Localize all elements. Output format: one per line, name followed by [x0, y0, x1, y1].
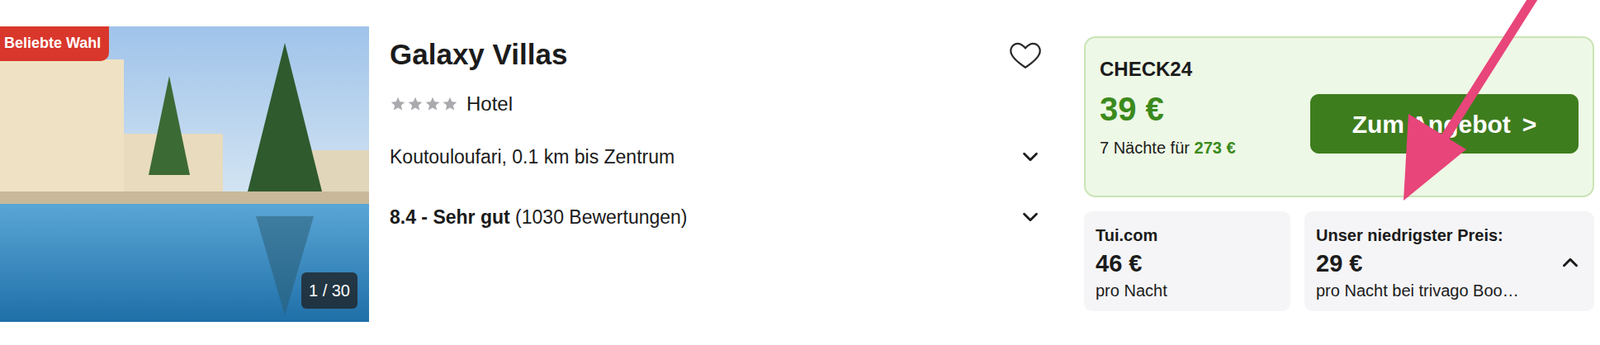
offer-provider: CHECK24 [1099, 54, 1579, 85]
location-text: Koutouloufari, 0.1 km bis Zentrum [389, 142, 675, 172]
chevron-right-icon: > [1522, 105, 1538, 143]
main-offer[interactable]: CHECK24 39 € 7 Nächte für 273 € Zum Ange… [1084, 36, 1595, 198]
rating-score: 8.4 - Sehr gut [389, 206, 511, 228]
location-row[interactable]: Koutouloufari, 0.1 km bis Zentrum [389, 140, 1043, 174]
star-icon [424, 95, 441, 113]
chevron-down-icon[interactable] [1017, 144, 1043, 170]
offer-price: 46 € [1095, 249, 1279, 279]
offer-price: 39 € [1099, 90, 1236, 128]
lowest-price[interactable]: Unser niedrigster Preis: 29 € pro Nacht … [1304, 211, 1595, 312]
photo-counter: 1 / 30 [301, 272, 358, 309]
lowest-price-label: Unser niedrigster Preis: [1315, 222, 1583, 248]
star-icon [441, 95, 459, 113]
total-price: 7 Nächte für 273 € [1099, 135, 1236, 161]
star-rating [389, 95, 459, 113]
hotel-type: Hotel [466, 89, 513, 119]
other-offer[interactable]: Tui.com 46 € pro Nacht [1084, 211, 1291, 312]
offer-price: 29 € [1315, 249, 1363, 279]
chevron-up-icon[interactable] [1557, 250, 1583, 275]
star-icon [389, 95, 407, 113]
star-icon [407, 95, 424, 113]
offer-note: pro Nacht bei trivago Boo… [1315, 278, 1583, 303]
popular-badge: Beliebte Wahl [0, 26, 109, 62]
rating-row[interactable]: 8.4 - Sehr gut (1030 Bewertungen) [389, 200, 1043, 234]
offer-note: pro Nacht [1095, 278, 1279, 303]
offer-button[interactable]: Zum Angebot> [1310, 94, 1579, 154]
heart-icon[interactable] [1008, 37, 1043, 72]
review-count: (1030 Bewertungen) [515, 206, 687, 228]
chevron-down-icon[interactable] [1017, 204, 1043, 230]
hotel-card: Beliebte Wahl 1 / 30 Galaxy Villas Hotel… [0, 0, 1600, 322]
offer-provider: Tui.com [1095, 222, 1279, 248]
hotel-name[interactable]: Galaxy Villas [389, 37, 568, 72]
hotel-photo[interactable]: Beliebte Wahl 1 / 30 [0, 26, 370, 322]
annotation-arrow-icon [0, 0, 1600, 345]
